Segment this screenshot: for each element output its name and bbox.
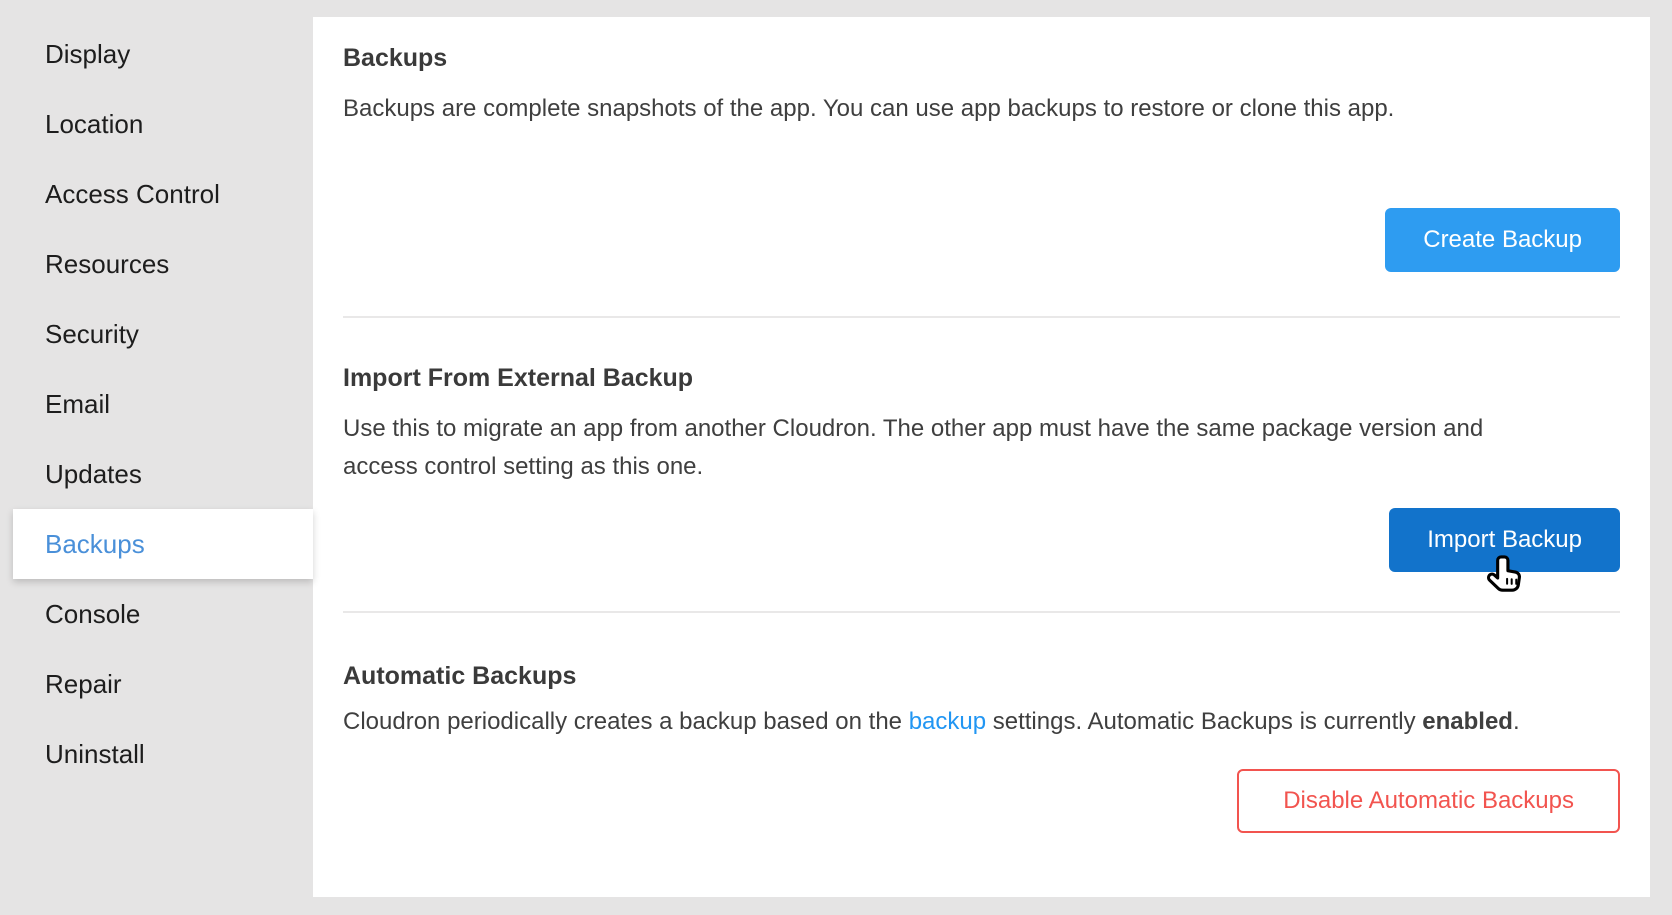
section-backups: Backups Backups are complete snapshots o… bbox=[343, 17, 1620, 272]
sidebar-item-email[interactable]: Email bbox=[0, 369, 313, 439]
sidebar-item-resources[interactable]: Resources bbox=[0, 229, 313, 299]
import-button-row: Import Backup bbox=[343, 508, 1620, 572]
backup-settings-link[interactable]: backup bbox=[909, 708, 986, 735]
description-text: Cloudron periodically creates a backup b… bbox=[343, 708, 909, 735]
content-panel: Backups Backups are complete snapshots o… bbox=[313, 17, 1650, 897]
section-import-external-backup: Import From External Backup Use this to … bbox=[343, 318, 1620, 572]
description-text: settings. Automatic Backups is currently bbox=[986, 708, 1422, 735]
sidebar-item-backups[interactable]: Backups bbox=[13, 509, 313, 579]
description-text: . bbox=[1513, 708, 1520, 735]
sidebar-item-updates[interactable]: Updates bbox=[0, 439, 313, 509]
backups-section-title: Backups bbox=[343, 43, 1620, 73]
disable-automatic-backups-button[interactable]: Disable Automatic Backups bbox=[1237, 769, 1620, 833]
create-backup-button[interactable]: Create Backup bbox=[1385, 208, 1620, 272]
sidebar-item-access-control[interactable]: Access Control bbox=[0, 159, 313, 229]
section-automatic-backups: Automatic Backups Cloudron periodically … bbox=[343, 613, 1620, 833]
import-backup-button[interactable]: Import Backup bbox=[1389, 508, 1620, 572]
sidebar-item-console[interactable]: Console bbox=[0, 579, 313, 649]
import-section-description: Use this to migrate an app from another … bbox=[343, 410, 1533, 486]
sidebar-item-repair[interactable]: Repair bbox=[0, 649, 313, 719]
sidebar-item-uninstall[interactable]: Uninstall bbox=[0, 719, 313, 789]
automatic-backups-section-title: Automatic Backups bbox=[343, 661, 1620, 691]
sidebar-item-security[interactable]: Security bbox=[0, 299, 313, 369]
automatic-backups-description: Cloudron periodically creates a backup b… bbox=[343, 703, 1533, 741]
sidebar-item-location[interactable]: Location bbox=[0, 89, 313, 159]
automatic-backups-button-row: Disable Automatic Backups bbox=[343, 769, 1620, 833]
settings-sidebar: Display Location Access Control Resource… bbox=[0, 19, 313, 789]
backups-button-row: Create Backup bbox=[343, 208, 1620, 272]
import-section-title: Import From External Backup bbox=[343, 363, 1620, 393]
backups-section-description: Backups are complete snapshots of the ap… bbox=[343, 90, 1533, 128]
sidebar-item-display[interactable]: Display bbox=[0, 19, 313, 89]
enabled-status-text: enabled bbox=[1422, 708, 1513, 735]
